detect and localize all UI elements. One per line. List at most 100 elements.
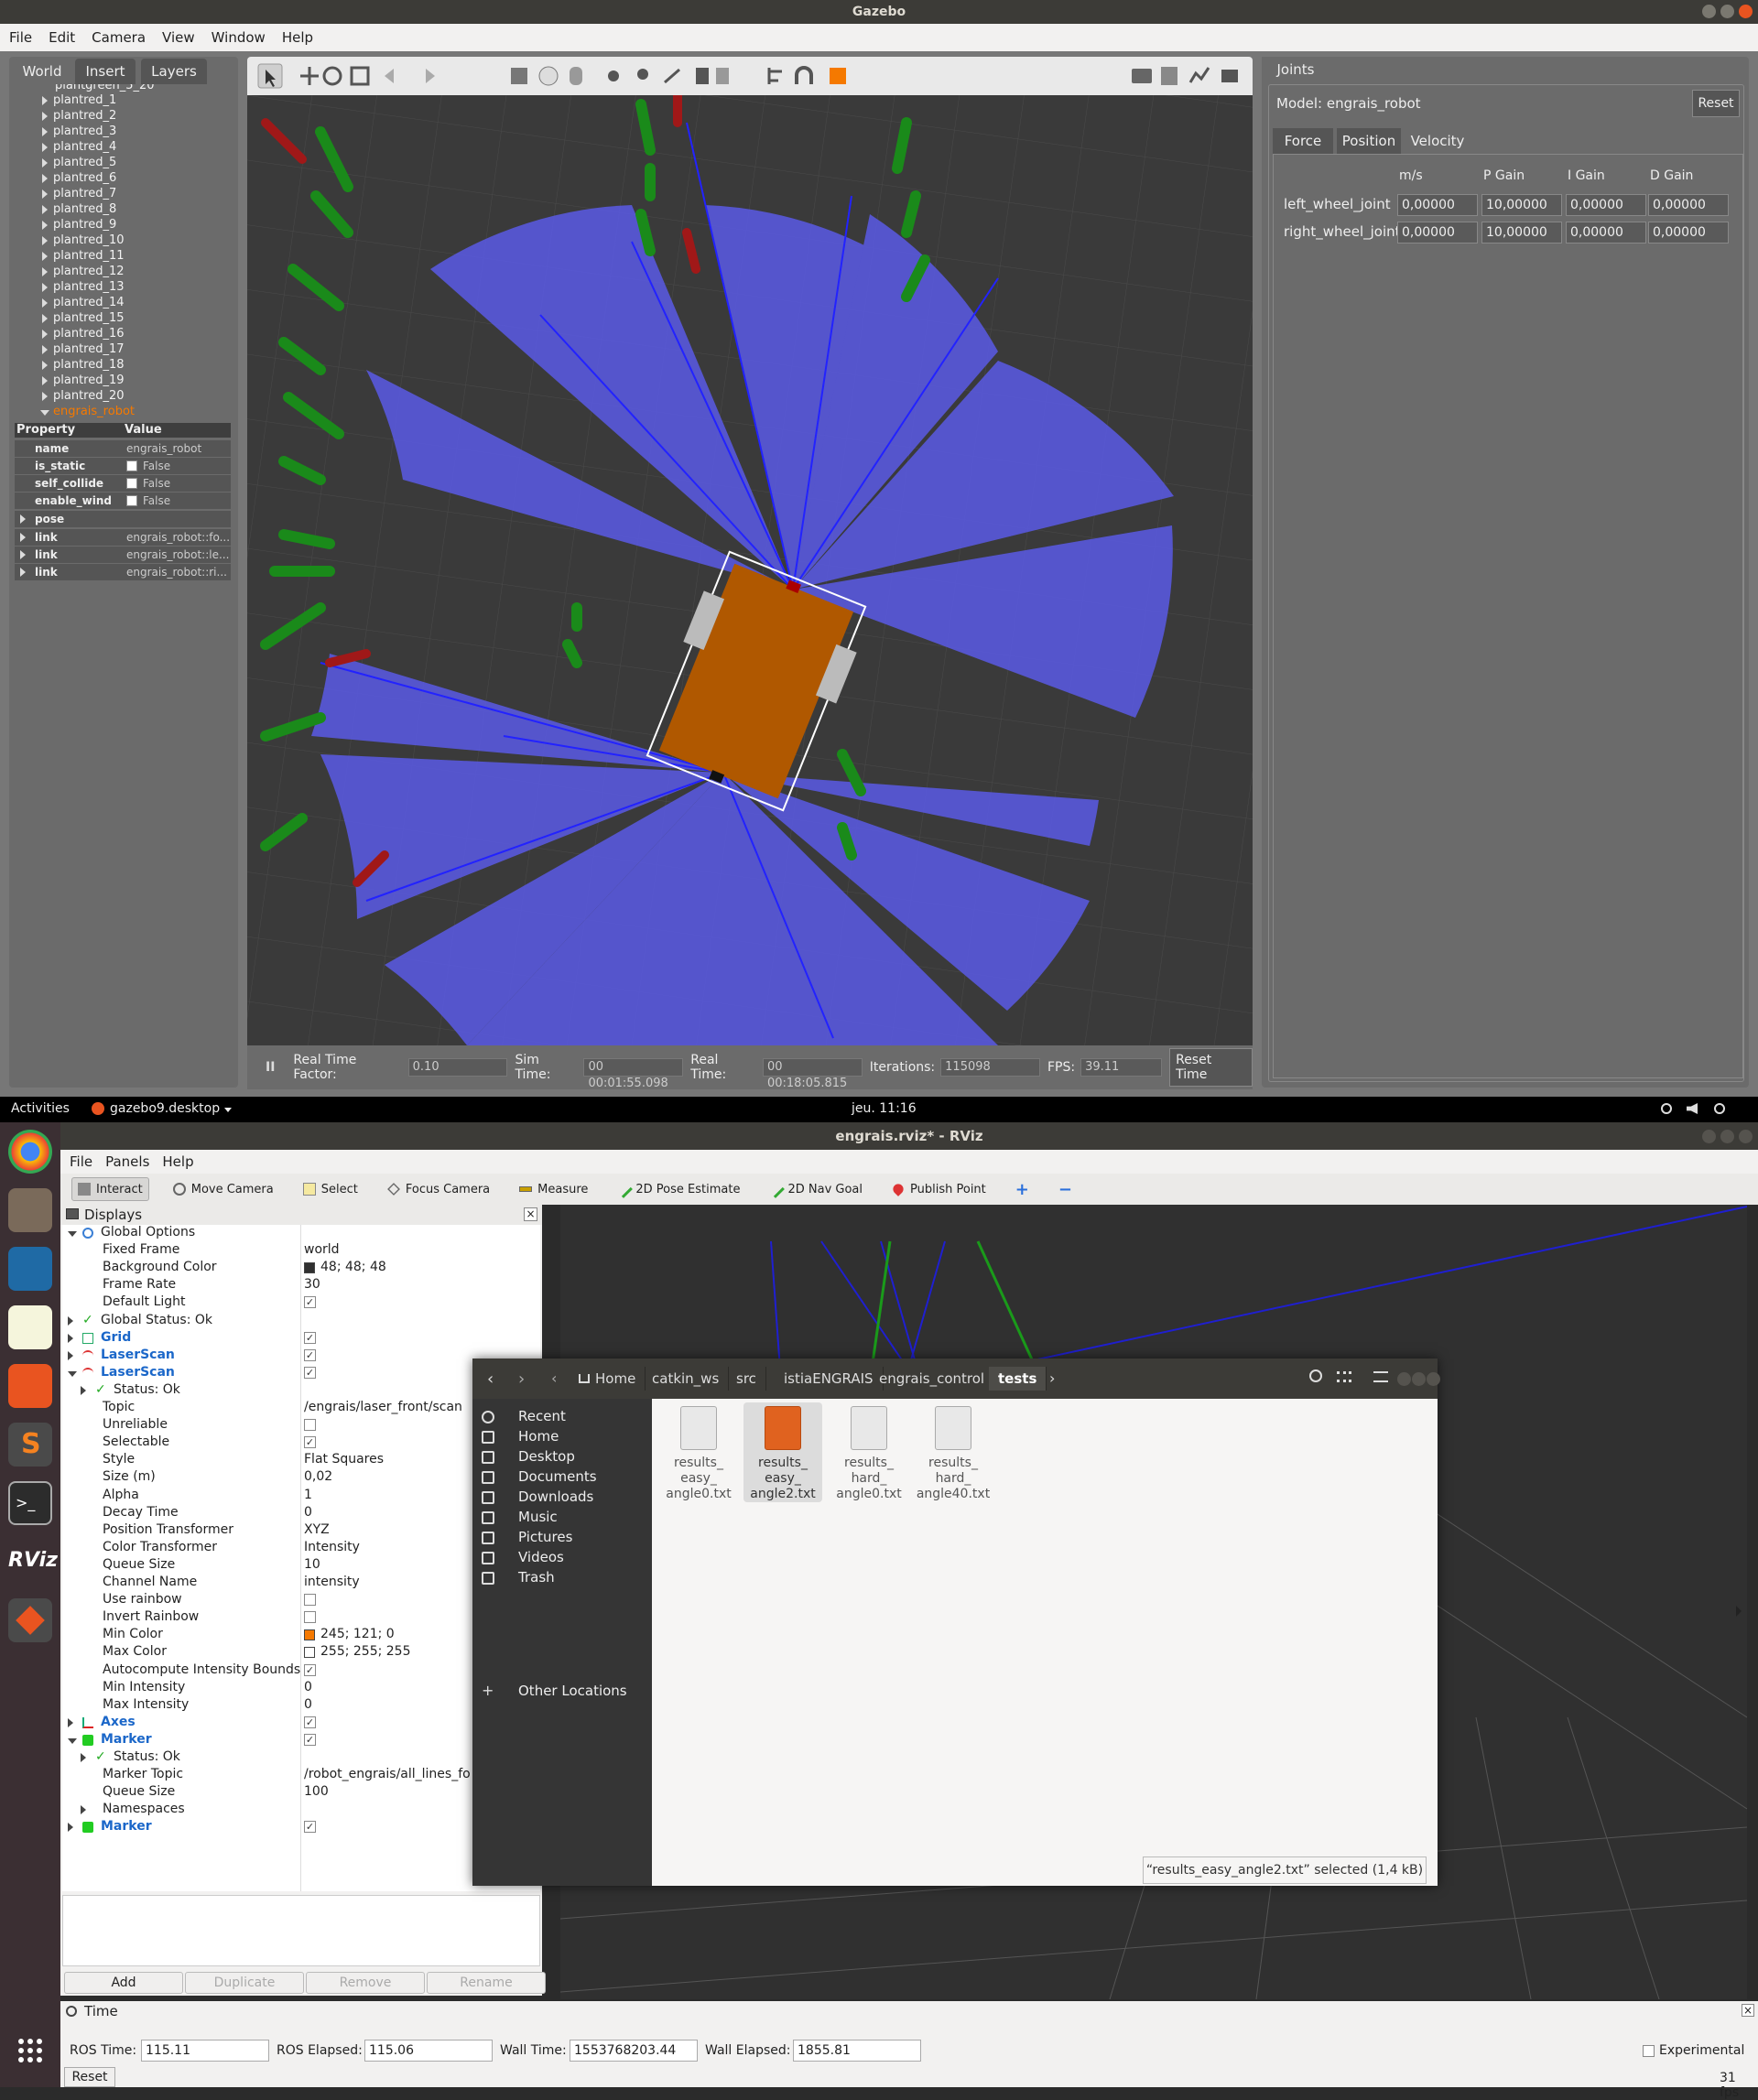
sidebar-item-recent[interactable]: Recent <box>518 1408 566 1424</box>
tree-item-plantred-19[interactable]: plantred_19 <box>53 373 125 387</box>
menu-camera[interactable]: Camera <box>92 29 146 46</box>
display-row-invert-rainbow[interactable]: Invert Rainbow <box>62 1609 540 1627</box>
tool-measure[interactable]: Measure <box>514 1177 593 1201</box>
forward-icon[interactable]: › <box>518 1369 525 1389</box>
tree-item-plantred-20[interactable]: plantred_20 <box>53 389 125 403</box>
display-row-marker-topic[interactable]: Marker Topic/robot_engrais/all_lines_fo <box>62 1767 540 1784</box>
app-menu[interactable]: gazebo9.desktop <box>110 1101 220 1116</box>
tree-item-plantred-18[interactable]: plantred_18 <box>53 358 125 372</box>
property-row-name[interactable]: name engrais_robot <box>15 440 231 457</box>
expand-arrow-icon[interactable] <box>20 533 26 542</box>
crumb-home[interactable]: Home <box>570 1367 646 1391</box>
tab-world[interactable]: World <box>15 59 70 84</box>
rviz-icon[interactable]: RViz <box>8 1540 58 1584</box>
display-checkbox[interactable]: ✓ <box>304 1331 316 1344</box>
tab-insert[interactable]: Insert <box>75 59 136 84</box>
display-row-laserscan[interactable]: LaserScan ✓ <box>62 1348 540 1365</box>
wall-time-field[interactable]: 1553768203.44 <box>570 2040 698 2062</box>
expand-arrow-icon[interactable] <box>42 283 48 292</box>
display-row-queue-size[interactable]: Queue Size 100 <box>62 1784 540 1802</box>
display-row-marker[interactable]: Marker ✓ <box>62 1732 540 1749</box>
display-row-size-m[interactable]: Size (m) 0,02 <box>62 1469 540 1487</box>
tree-item-partial[interactable]: plantgreen_5_20 <box>55 84 155 92</box>
expand-arrow-icon[interactable] <box>68 1350 73 1360</box>
property-row-link[interactable]: link engrais_robot::fo... <box>15 529 231 546</box>
expand-arrow-icon[interactable] <box>68 1717 73 1727</box>
clock[interactable]: jeu. 11:16 <box>852 1101 917 1116</box>
property-row-pose[interactable]: pose <box>15 511 231 527</box>
volume-icon[interactable] <box>1687 1103 1698 1114</box>
display-row-default-light[interactable]: Default Light ✓ <box>62 1294 540 1312</box>
display-row-decay-time[interactable]: Decay Time 0 <box>62 1505 540 1522</box>
close-time-panel-icon[interactable]: × <box>1742 2004 1754 2017</box>
file-item[interactable]: results_ easy_ angle0.txt <box>659 1402 738 1502</box>
display-row-status-ok[interactable]: ✓ Status: Ok <box>62 1382 540 1400</box>
rviz-minimize-button[interactable] <box>1702 1130 1716 1143</box>
tree-item-plantred-7[interactable]: plantred_7 <box>53 187 116 200</box>
left-d-gain-input[interactable]: 0,00000 <box>1648 194 1729 216</box>
property-checkbox[interactable] <box>126 460 137 471</box>
tree-item-plantred-11[interactable]: plantred_11 <box>53 249 125 263</box>
tree-item-engrais-robot[interactable]: engrais_robot <box>53 405 135 418</box>
tree-item-plantred-6[interactable]: plantred_6 <box>53 171 116 185</box>
display-checkbox[interactable]: ✓ <box>304 1821 316 1834</box>
display-checkbox[interactable]: ✓ <box>304 1716 316 1728</box>
crumb-tests[interactable]: tests <box>989 1367 1047 1391</box>
tool-select[interactable]: Select <box>298 1177 364 1201</box>
pause-button[interactable]: II <box>266 1060 275 1075</box>
property-row-link[interactable]: link engrais_robot::le... <box>15 547 231 563</box>
expand-arrow-icon[interactable] <box>42 267 48 276</box>
display-checkbox[interactable] <box>304 1419 316 1432</box>
expand-arrow-icon[interactable] <box>68 1231 77 1237</box>
display-row-background-color[interactable]: Background Color 48; 48; 48 <box>62 1260 540 1277</box>
display-row-queue-size[interactable]: Queue Size 10 <box>62 1557 540 1575</box>
expand-arrow-icon[interactable] <box>42 330 48 339</box>
tool-interact[interactable]: Interact <box>71 1177 149 1201</box>
tool-2d-nav-goal[interactable]: 2D Nav Goal <box>764 1177 868 1201</box>
color-swatch[interactable] <box>304 1647 315 1659</box>
file-item[interactable]: results_ easy_ angle2.txt <box>743 1402 822 1502</box>
gazebo-3d-viewport[interactable] <box>247 95 1253 1045</box>
file-item[interactable]: results_ hard_ angle0.txt <box>830 1402 908 1502</box>
display-row-global-options[interactable]: Global Options <box>62 1225 540 1242</box>
rviz-menu-file[interactable]: File <box>70 1153 92 1170</box>
files-close-button[interactable] <box>1427 1372 1440 1386</box>
sidebar-item-pictures[interactable]: Pictures <box>518 1529 572 1545</box>
display-row-autocompute-intensity-bounds[interactable]: Autocompute Intensity Bounds ✓ <box>62 1662 540 1680</box>
display-row-use-rainbow[interactable]: Use rainbow <box>62 1592 540 1609</box>
expand-arrow-icon[interactable] <box>40 410 49 416</box>
tree-item-plantred-13[interactable]: plantred_13 <box>53 280 125 294</box>
sidebar-item-trash[interactable]: Trash <box>518 1569 555 1586</box>
sidebar-item-desktop[interactable]: Desktop <box>518 1448 575 1465</box>
tool-2d-pose-estimate[interactable]: 2D Pose Estimate <box>612 1177 745 1201</box>
crumb-catkin-ws[interactable]: catkin_ws <box>643 1367 730 1391</box>
menu-edit[interactable]: Edit <box>49 29 75 46</box>
ros-time-field[interactable]: 115.11 <box>141 2040 269 2062</box>
add-tool-button[interactable]: + <box>1010 1177 1035 1201</box>
expand-arrow-icon[interactable] <box>68 1333 73 1343</box>
expand-arrow-icon[interactable] <box>42 345 48 354</box>
power-icon[interactable] <box>1714 1103 1725 1114</box>
tree-item-plantred-15[interactable]: plantred_15 <box>53 311 125 325</box>
sidebar-item-documents[interactable]: Documents <box>518 1468 597 1485</box>
menu-file[interactable]: File <box>9 29 32 46</box>
expand-arrow-icon[interactable] <box>42 361 48 370</box>
tool-publish-point[interactable]: Publish Point <box>886 1177 992 1201</box>
time-reset-button[interactable]: Reset <box>64 2067 115 2087</box>
display-row-axes[interactable]: Axes ✓ <box>62 1715 540 1732</box>
joints-reset-button[interactable]: Reset <box>1692 90 1740 117</box>
expand-arrow-icon[interactable] <box>42 143 48 152</box>
display-row-min-color[interactable]: Min Color 245; 121; 0 <box>62 1627 540 1644</box>
files-maximize-button[interactable] <box>1412 1372 1426 1386</box>
tree-item-plantred-12[interactable]: plantred_12 <box>53 265 125 278</box>
virtualbox-icon[interactable] <box>8 1247 52 1291</box>
search-icon[interactable] <box>1309 1369 1322 1382</box>
expand-arrow-icon[interactable] <box>42 205 48 214</box>
chrome-icon[interactable] <box>8 1130 52 1174</box>
rviz-menu-panels[interactable]: Panels <box>105 1153 149 1170</box>
expand-arrow-icon[interactable] <box>20 568 26 577</box>
display-row-max-intensity[interactable]: Max Intensity 0 <box>62 1697 540 1715</box>
tool-move-camera[interactable]: Move Camera <box>168 1177 279 1201</box>
right-i-gain-input[interactable]: 0,00000 <box>1566 222 1646 244</box>
terminal-icon[interactable]: >_ <box>8 1481 52 1525</box>
